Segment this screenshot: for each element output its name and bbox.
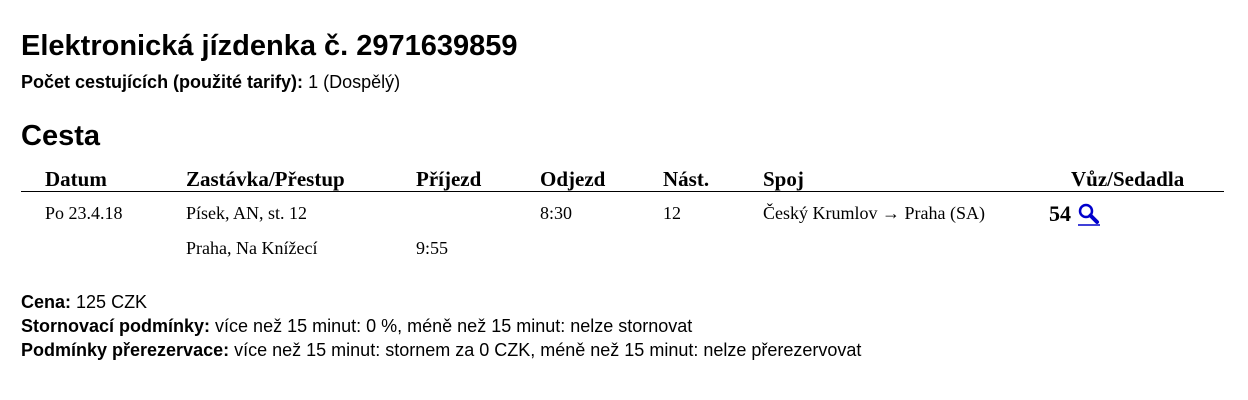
magnifier-icon[interactable] (1077, 202, 1101, 226)
column-header-stop: Zastávka/Přestup (186, 167, 345, 191)
row-stop: Písek, AN, st. 12 (186, 203, 308, 223)
row-date: Po 23.4.18 (45, 203, 123, 223)
column-header-date: Datum (45, 167, 107, 191)
seat-number: 54 (1049, 201, 1071, 226)
ticket-title: Elektronická jízdenka č. 2971639859 (21, 30, 518, 62)
cancellation-value: více než 15 minut: 0 %, méně než 15 minu… (215, 316, 693, 336)
passenger-count-label: Počet cestujících (použité tarify): (21, 72, 304, 92)
seat-map-link[interactable] (1077, 202, 1101, 226)
rebooking-label: Podmínky přerezervace: (21, 340, 230, 360)
journey-table-header: Datum Zastávka/Přestup Příjezd Odjezd Ná… (21, 163, 1224, 192)
ticket-info: Cena: 125 CZK Stornovací podmínky: více … (21, 290, 861, 362)
cancellation-line: Stornovací podmínky: více než 15 minut: … (21, 314, 861, 338)
column-header-platform: Nást. (663, 167, 710, 191)
table-row: Praha, Na Knížecí 9:55 (21, 227, 1224, 262)
column-header-connection: Spoj (763, 167, 804, 191)
table-row: Po 23.4.18 Písek, AN, st. 12 8:30 12 Čes… (21, 192, 1224, 227)
seat-cell: 54 (1049, 201, 1101, 227)
row-departure: 8:30 (540, 203, 573, 223)
passenger-count: Počet cestujících (použité tarify): 1 (D… (21, 71, 400, 93)
price-label: Cena: (21, 292, 72, 312)
journey-table: Datum Zastávka/Přestup Příjezd Odjezd Ná… (21, 163, 1224, 262)
rebooking-value: více než 15 minut: stornem za 0 CZK, mén… (234, 340, 862, 360)
row-arrival: 9:55 (416, 238, 449, 258)
rebooking-line: Podmínky přerezervace: více než 15 minut… (21, 338, 861, 362)
price-value: 125 CZK (76, 292, 148, 312)
price-line: Cena: 125 CZK (21, 290, 861, 314)
passenger-count-value: 1 (Dospělý) (308, 72, 401, 92)
journey-section-title: Cesta (21, 120, 100, 152)
row-stop: Praha, Na Knížecí (186, 238, 318, 258)
row-platform: 12 (663, 203, 681, 223)
row-connection: Český Krumlov → Praha (SA) (763, 203, 985, 223)
column-header-car-seats: Vůz/Sedadla (1071, 167, 1185, 191)
cancellation-label: Stornovací podmínky: (21, 316, 211, 336)
column-header-arrival: Příjezd (416, 167, 482, 191)
column-header-departure: Odjezd (540, 167, 606, 191)
